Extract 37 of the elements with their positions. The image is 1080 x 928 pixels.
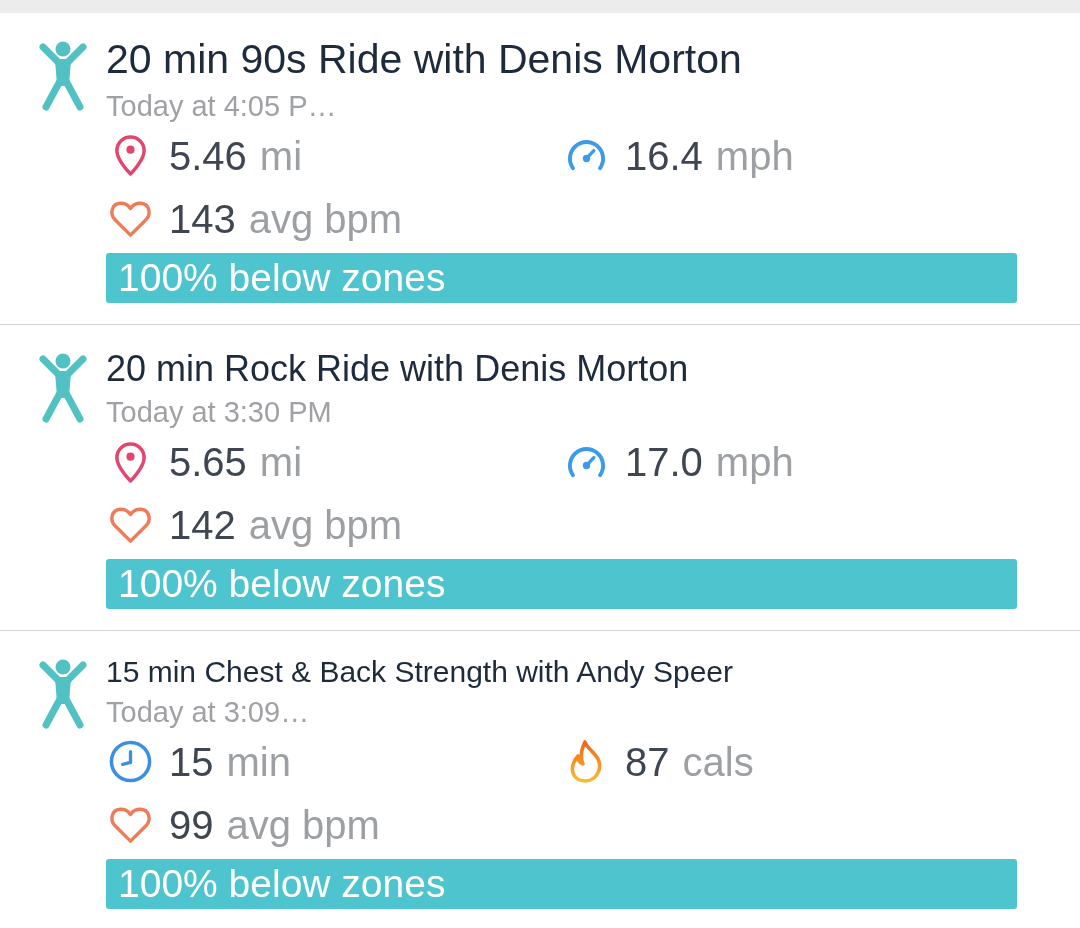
flame-icon: [568, 739, 604, 785]
stat-unit: avg bpm: [248, 502, 403, 549]
stat-value: 87: [625, 738, 670, 785]
stat-unit: cals: [682, 738, 754, 785]
stat-value: 17.0: [625, 439, 703, 486]
zone-summary-bar: 100% below zones: [106, 559, 1017, 610]
stat-unit: mph: [715, 439, 794, 486]
zone-summary-bar: 100% below zones: [106, 858, 1017, 909]
location-pin-icon: [112, 440, 148, 484]
heart-icon: [107, 199, 153, 238]
stat-value: 142: [169, 502, 236, 549]
stat-value: 5.65: [169, 439, 247, 486]
stat-unit: avg bpm: [248, 195, 403, 242]
heart-icon: [107, 805, 153, 844]
stat-unit: mi: [259, 132, 303, 179]
heart-icon: [107, 506, 153, 545]
zone-summary-bar: 100% below zones: [106, 252, 1017, 303]
activity-title: 20 min Rock Ride with Denis Morton: [106, 348, 690, 390]
person-icon: [39, 659, 87, 730]
activity-time: Today at 4:05 P…: [106, 88, 338, 123]
stat-unit: mph: [715, 132, 794, 179]
stat-unit: min: [226, 738, 291, 785]
stat-value: 16.4: [625, 132, 703, 179]
activity-time: Today at 3:09…: [106, 694, 311, 729]
person-icon: [39, 352, 87, 423]
stat-value: 143: [169, 195, 236, 242]
stat-unit: mi: [259, 439, 303, 486]
stat-value: 5.46: [169, 132, 247, 179]
clock-icon: [108, 740, 152, 784]
activity-time: Today at 3:30 PM: [106, 395, 333, 430]
stat-unit: avg bpm: [226, 801, 380, 848]
stat-value: 99: [169, 801, 214, 848]
stat-value: 15: [169, 738, 214, 785]
activity-title: 15 min Chest & Back Strength with Andy Speer: [106, 655, 734, 689]
location-pin-icon: [112, 134, 148, 178]
person-icon: [39, 41, 87, 111]
activity-title: 20 min 90s Ride with Denis Morton: [106, 37, 743, 83]
